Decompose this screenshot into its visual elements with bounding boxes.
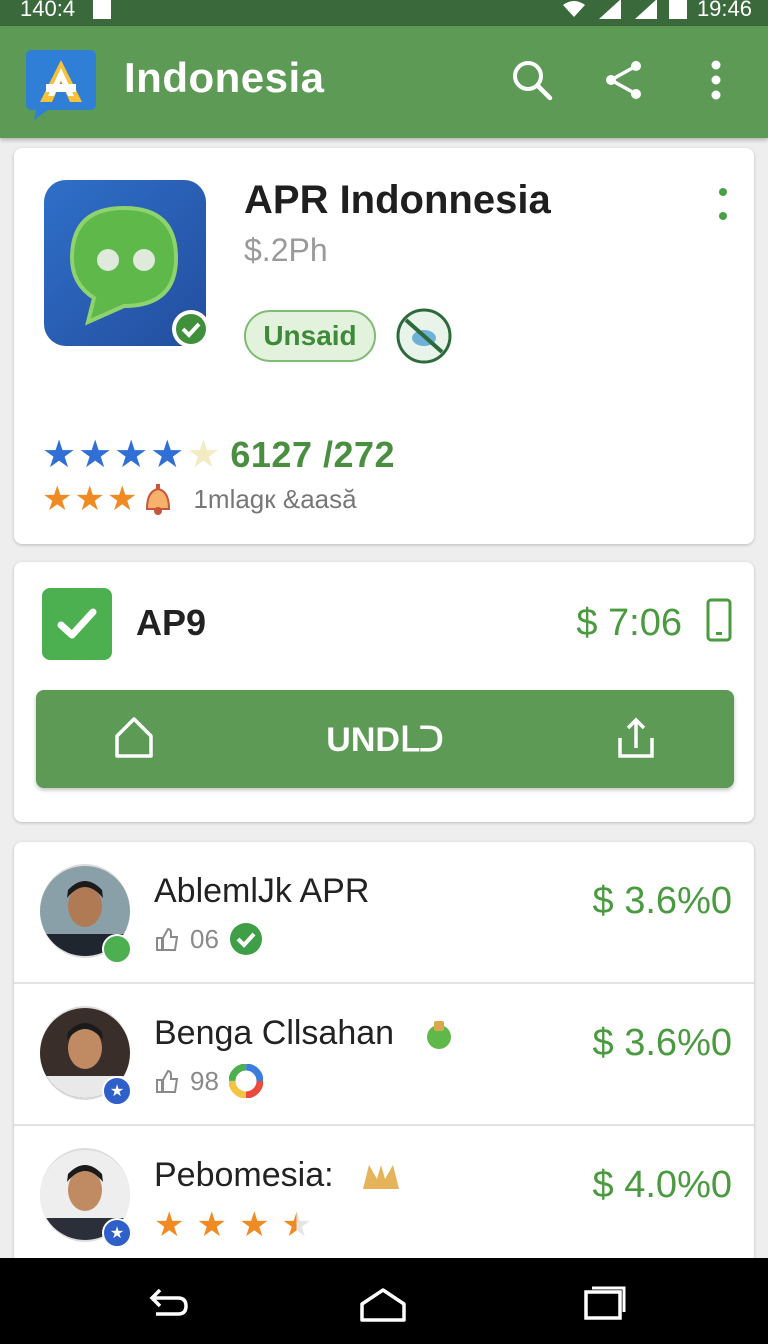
status-chip[interactable]: Unsaid [244, 310, 376, 362]
avatar [40, 864, 132, 964]
more-vert-icon [711, 60, 721, 100]
hands-emoji-icon [363, 1165, 399, 1190]
status-bar: 140:4 19:46 [0, 0, 768, 26]
star-icon: ★ [196, 1206, 227, 1244]
list-item[interactable]: AblemlJk APR 06 $ 3.6%0 [14, 842, 754, 984]
battery-icon [668, 0, 687, 19]
notification-icon [93, 0, 112, 19]
action-card: AP9 $ 7:06 UNDᒪᑐ [14, 562, 754, 822]
participant-list: AblemlJk APR 06 $ 3.6%0 ★ Benga Cllsahan… [14, 842, 754, 1272]
online-badge [102, 934, 132, 964]
star-badge: ★ [102, 1218, 132, 1248]
star-icon: ★ [78, 434, 113, 476]
row-meta: 98 [154, 1064, 263, 1098]
star-icon: ★ [150, 434, 185, 476]
row-name: AblemlJk APR [154, 872, 370, 910]
app-price: $.2Ph [244, 232, 328, 268]
primary-action-button[interactable]: UNDᒪᑐ [36, 690, 734, 788]
star-badge: ★ [102, 1076, 132, 1106]
star-empty-icon: ★ [186, 434, 221, 476]
share-icon [606, 61, 641, 99]
share-button[interactable] [600, 56, 648, 104]
app-title: Indonesia [124, 54, 325, 101]
system-nav-bar [0, 1258, 768, 1344]
row-name-text: Pebomesia: [154, 1156, 334, 1194]
star-icon: ★ [114, 434, 149, 476]
primary-rating: ★ ★ ★ ★ ★ 6127 /272 [42, 434, 395, 476]
row-rating: ★ ★ ★ ★ [154, 1206, 314, 1244]
thumb-icon [156, 927, 179, 951]
card-more-button[interactable] [716, 188, 730, 220]
rating-subtext: 1mlagк &aasă [193, 483, 357, 514]
signal-icon-2 [634, 0, 657, 19]
dot [719, 212, 727, 220]
star-icon: ★ [42, 480, 73, 518]
row-name-text: Benga Cllsahan [154, 1014, 395, 1052]
check-icon [57, 608, 97, 639]
star-icon: ★ [74, 480, 105, 518]
avatar: ★ [40, 1148, 132, 1248]
status-time: 19:46 [696, 0, 752, 21]
thumb-icon [156, 1069, 179, 1093]
row-name: Benga Cllsahan [154, 1014, 458, 1053]
avatar: ★ [40, 1006, 132, 1106]
row-count: 06 [190, 923, 219, 954]
row-price: $ 3.6%0 [592, 880, 732, 922]
row-price: $ 3.6%0 [592, 1022, 732, 1064]
app-detail-card: APR Indonnesia $.2Ph Unsaid ★ ★ ★ ★ ★ 61… [14, 148, 754, 544]
list-item[interactable]: ★ Pebomesia: ★ ★ ★ ★ $ 4.0%0 [14, 1126, 754, 1268]
row-price: $ 4.0%0 [592, 1164, 732, 1206]
action-label: AP9 [136, 602, 207, 643]
row-meta: 06 [154, 922, 263, 956]
no-bug-icon[interactable] [396, 308, 452, 364]
search-icon [513, 61, 553, 101]
app-name: APR Indonnesia [244, 178, 551, 222]
color-wheel-icon [228, 1064, 263, 1098]
check-circle-icon [229, 923, 262, 955]
check-circle-icon [176, 314, 206, 344]
bell-icon [146, 484, 171, 515]
app-icon[interactable] [44, 180, 210, 348]
drink-emoji-icon [426, 1021, 451, 1050]
app-bar: Indonesia [0, 26, 768, 138]
star-half-icon: ★ [281, 1206, 312, 1244]
home-nav-icon[interactable] [358, 1284, 408, 1324]
search-button[interactable] [508, 56, 556, 104]
star-icon: ★ [238, 1206, 270, 1244]
status-left-text: 140:4 [20, 0, 76, 21]
rating-count: 6127 /272 [230, 434, 396, 475]
star-icon: ★ [154, 1206, 185, 1244]
select-checkbox[interactable] [42, 588, 112, 660]
star-icon: ★ [106, 480, 138, 518]
upload-icon [618, 717, 654, 758]
signal-icon [598, 0, 621, 19]
app-logo-icon[interactable] [24, 46, 98, 120]
overflow-menu-button[interactable] [692, 56, 740, 104]
action-price: $ 7:06 [576, 602, 682, 644]
phone-icon[interactable] [706, 598, 732, 642]
star-icon: ★ [42, 434, 77, 476]
list-item[interactable]: ★ Benga Cllsahan 98 $ 3.6%0 [14, 984, 754, 1126]
wifi-icon [562, 1, 585, 17]
verified-badge [172, 310, 210, 348]
secondary-rating: ★ ★ ★ 1mlagк &aasă [42, 480, 357, 518]
row-count: 98 [190, 1065, 219, 1096]
back-icon[interactable] [142, 1284, 192, 1324]
dot [719, 188, 727, 196]
row-name: Pebomesia: [154, 1156, 403, 1195]
recents-icon[interactable] [580, 1284, 630, 1324]
